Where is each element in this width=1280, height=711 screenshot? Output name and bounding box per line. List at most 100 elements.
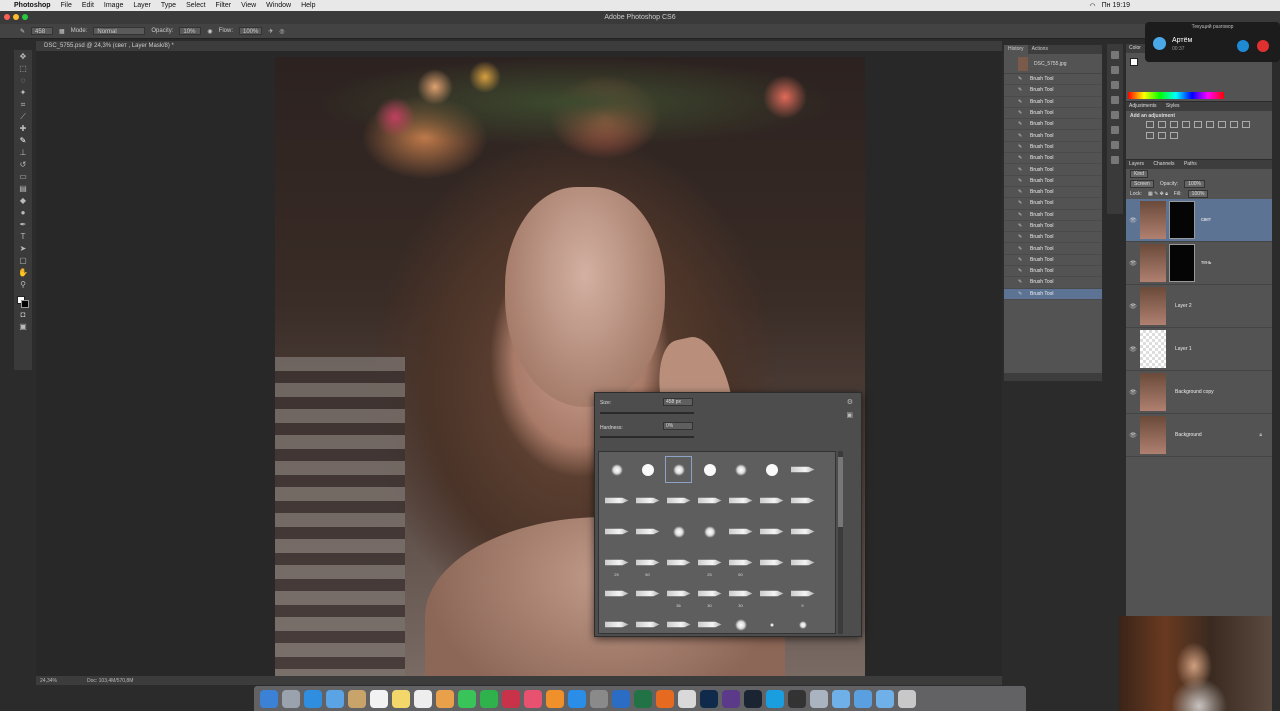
mode-select[interactable]: Normal	[93, 27, 146, 35]
pen-tool-icon[interactable]: ✒	[17, 220, 29, 230]
brush-preset[interactable]	[663, 609, 694, 633]
eyedropper-tool-icon[interactable]: ⟋	[17, 112, 29, 122]
history-item[interactable]: ✎ Brush Tool	[1004, 243, 1102, 255]
brightness-icon[interactable]	[1146, 121, 1154, 128]
curves-icon[interactable]	[1170, 121, 1178, 128]
clock[interactable]: Пн 19:19	[1102, 2, 1130, 9]
brush-preset[interactable]: 9	[787, 578, 818, 609]
dodge-tool-icon[interactable]: ●	[17, 208, 29, 218]
brush-preset[interactable]	[694, 609, 725, 633]
system-preferences-icon[interactable]	[590, 689, 608, 708]
history-item[interactable]: ✎ Brush Tool	[1004, 210, 1102, 221]
blur-tool-icon[interactable]: ◆	[17, 196, 29, 206]
minimize-window-button[interactable]	[13, 14, 19, 20]
layer-row[interactable]: 👁︎ тень	[1126, 242, 1272, 285]
app-store-icon[interactable]	[568, 689, 586, 708]
brush-preset[interactable]	[787, 485, 818, 516]
background-color[interactable]	[21, 300, 29, 308]
history-item[interactable]: ✎ Brush Tool	[1004, 266, 1102, 278]
menu-filter[interactable]: Filter	[216, 2, 232, 9]
brush-preset[interactable]	[694, 485, 725, 516]
brush-preset[interactable]	[756, 609, 787, 633]
layer-filter-kind[interactable]: Kind	[1130, 170, 1149, 178]
color-balance-icon[interactable]	[1218, 121, 1226, 128]
gear-icon[interactable]: ⚙	[847, 398, 853, 406]
brush-preset[interactable]	[632, 609, 663, 633]
trash-icon[interactable]	[898, 689, 916, 708]
menu-window[interactable]: Window	[266, 2, 291, 9]
history-item[interactable]: ✎ Brush Tool	[1004, 119, 1102, 131]
history-item[interactable]: ✎ Brush Tool	[1004, 164, 1102, 176]
history-item[interactable]: ✎ Brush Tool	[1004, 288, 1102, 300]
brush-preset[interactable]	[663, 516, 694, 547]
history-item[interactable]: ✎ Brush Tool	[1004, 74, 1102, 86]
wifi-icon[interactable]: ◠	[1090, 2, 1096, 10]
brush-panel-toggle-icon[interactable]: ▦	[59, 28, 65, 35]
doc-size[interactable]: Doc: 103,4M/570,8M	[87, 678, 133, 684]
zoom-tool-icon[interactable]: ⚲	[17, 280, 29, 290]
brush-preset[interactable]: 36	[663, 578, 694, 609]
menu-file[interactable]: File	[61, 2, 72, 9]
hue-saturation-icon[interactable]	[1206, 121, 1214, 128]
brush-preset[interactable]	[787, 454, 818, 485]
opacity-field[interactable]: 10%	[179, 27, 202, 35]
black-white-icon[interactable]	[1230, 121, 1238, 128]
brush-preset[interactable]	[632, 578, 663, 609]
invert-icon[interactable]	[1158, 132, 1166, 139]
adjustments-panel-icon[interactable]	[1111, 96, 1119, 104]
preview-icon[interactable]	[678, 689, 696, 708]
document-tab[interactable]: DSC_5755.psd @ 24,3% (свет , Layer Mask/…	[36, 41, 1002, 51]
size-field[interactable]: 458 px	[663, 398, 693, 406]
tab-adjustments[interactable]: Adjustments	[1129, 103, 1157, 109]
quick-mask-icon[interactable]: ◘	[17, 310, 29, 320]
eye-icon[interactable]: 👁︎	[1126, 432, 1140, 439]
layer-row[interactable]: 👁︎ Background copy	[1126, 371, 1272, 414]
vibrance-icon[interactable]	[1194, 121, 1202, 128]
play-action-icon[interactable]	[1111, 66, 1119, 74]
layer-row[interactable]: 👁︎ Layer 1	[1126, 328, 1272, 371]
menu-select[interactable]: Select	[186, 2, 205, 9]
history-item[interactable]: ✎ Brush Tool	[1004, 153, 1102, 165]
layer-mask-thumbnail[interactable]	[1169, 201, 1195, 239]
itunes-icon[interactable]	[524, 689, 542, 708]
brush-preset[interactable]	[725, 485, 756, 516]
brush-preset[interactable]: 25	[694, 547, 725, 578]
calendar-icon[interactable]	[370, 689, 388, 708]
brush-preset[interactable]	[787, 547, 818, 578]
safari-icon[interactable]	[304, 689, 322, 708]
brush-preset[interactable]	[694, 516, 725, 547]
skype-icon[interactable]	[766, 689, 784, 708]
color-spectrum[interactable]	[1128, 92, 1224, 99]
hardness-field[interactable]: 0%	[663, 422, 693, 430]
crop-tool-icon[interactable]: ⌗	[17, 100, 29, 110]
brush-tool-icon[interactable]: ✎	[17, 136, 29, 146]
eraser-tool-icon[interactable]: ▭	[17, 172, 29, 182]
pressure-opacity-icon[interactable]: ◉	[207, 28, 212, 35]
lasso-tool-icon[interactable]: ◌	[17, 76, 29, 86]
brush-preset[interactable]: 25	[601, 547, 632, 578]
brush-preset[interactable]	[756, 547, 787, 578]
menu-view[interactable]: View	[241, 2, 256, 9]
airbrush-icon[interactable]: ✈	[268, 28, 273, 35]
tab-paths[interactable]: Paths	[1184, 161, 1197, 167]
marquee-tool-icon[interactable]: ⬚	[17, 64, 29, 74]
camera-icon[interactable]	[788, 689, 806, 708]
layer-opacity-field[interactable]: 100%	[1184, 180, 1205, 188]
pressure-size-icon[interactable]: ◎	[279, 28, 284, 35]
contacts-icon[interactable]	[348, 689, 366, 708]
layer-row[interactable]: 👁︎ Layer 2	[1126, 285, 1272, 328]
call-end-button[interactable]	[1257, 40, 1269, 52]
move-tool-icon[interactable]: ✥	[17, 52, 29, 62]
history-item[interactable]: ✎ Brush Tool	[1004, 187, 1102, 199]
brush-preset[interactable]	[756, 485, 787, 516]
brush-preset[interactable]	[725, 609, 756, 633]
color-panel-icon[interactable]	[1111, 81, 1119, 89]
brush-size-preset[interactable]: 458	[31, 27, 54, 35]
history-item[interactable]: ✎ Brush Tool	[1004, 130, 1102, 142]
tab-styles[interactable]: Styles	[1166, 103, 1180, 109]
mail-icon[interactable]	[326, 689, 344, 708]
brush-preset[interactable]	[601, 485, 632, 516]
history-brush-tool-icon[interactable]: ↺	[17, 160, 29, 170]
layer-mask-thumbnail[interactable]	[1169, 244, 1195, 282]
brush-preset[interactable]	[725, 516, 756, 547]
